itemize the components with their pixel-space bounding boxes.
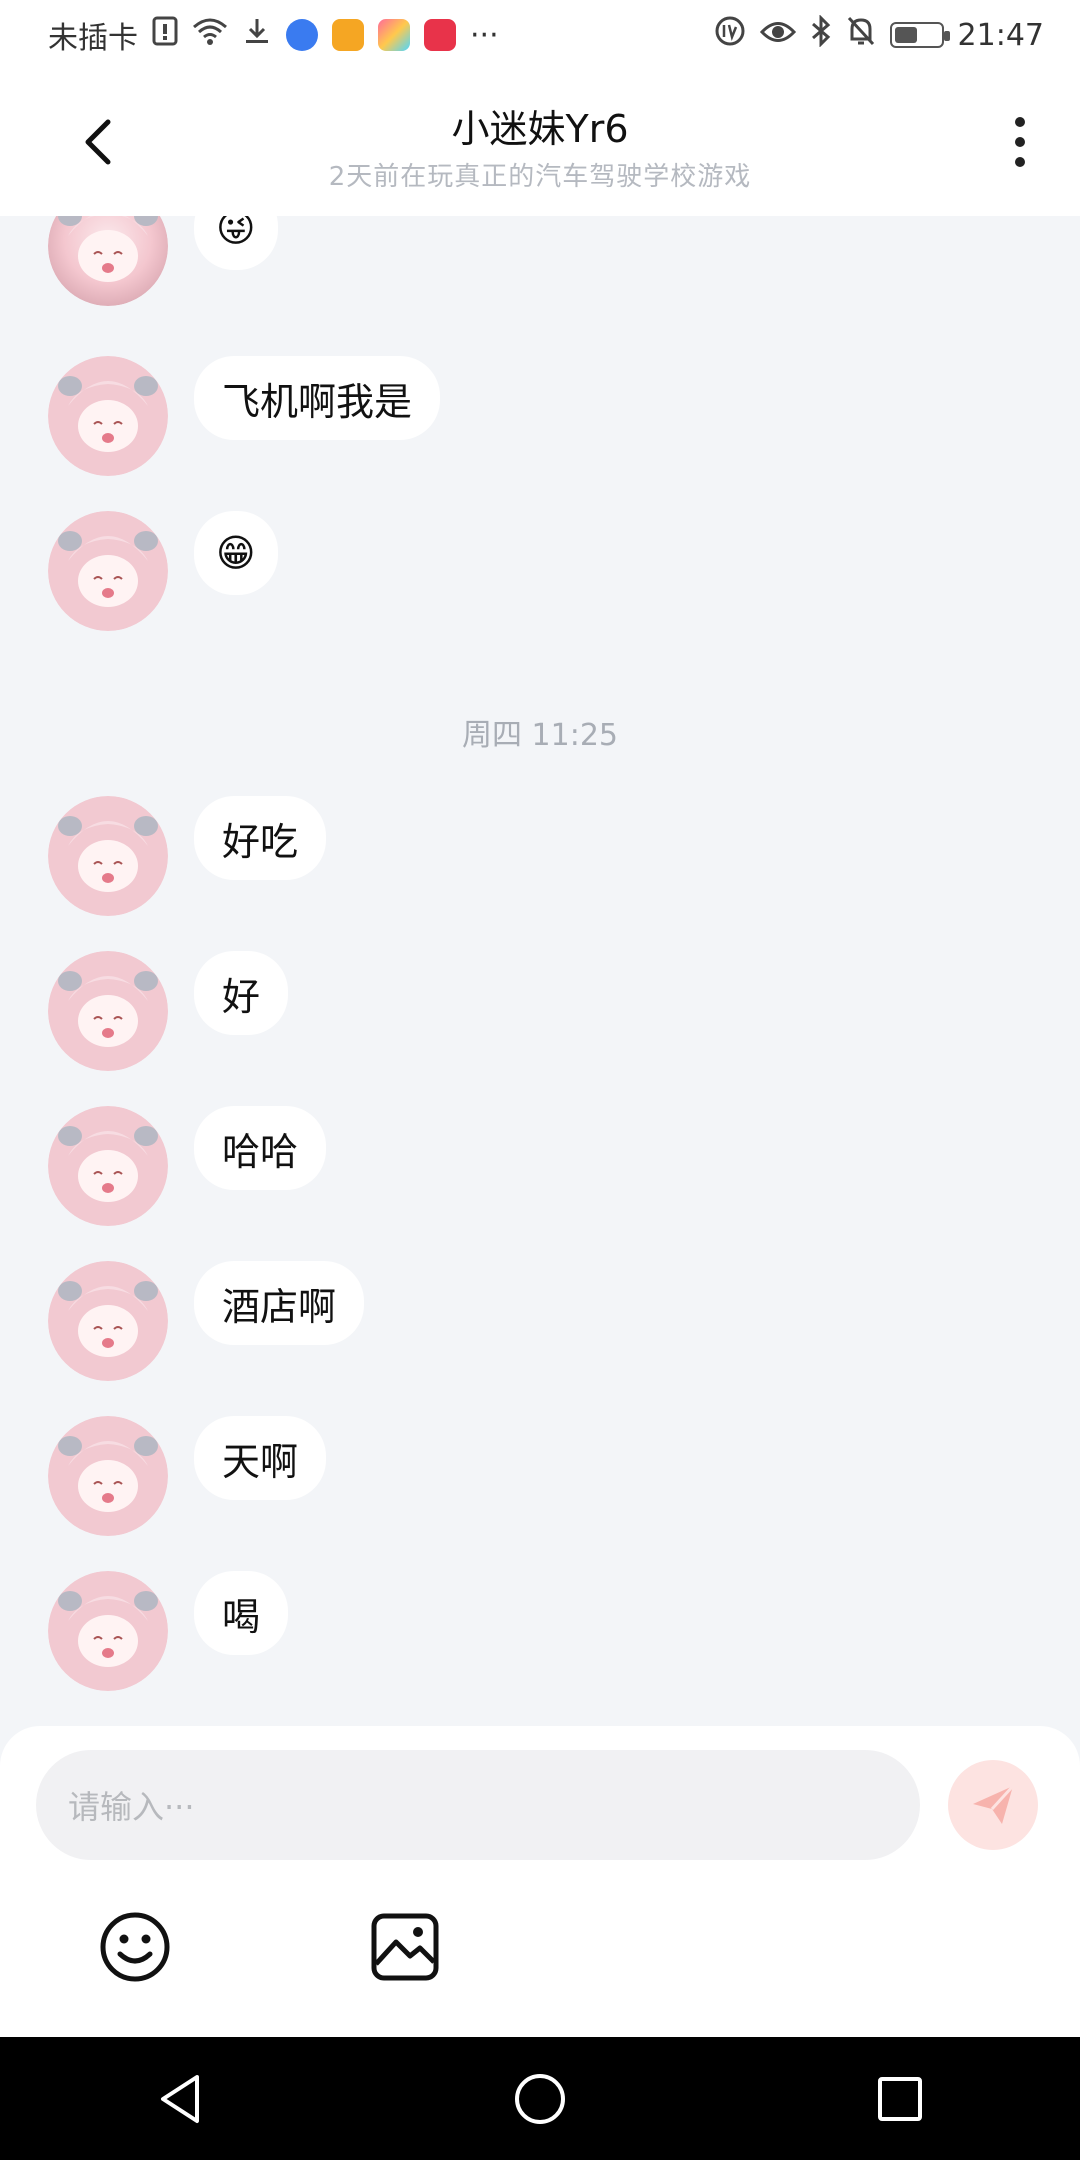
message-bubble[interactable]: 飞机啊我是 (194, 356, 441, 440)
chat-title: 小迷妹Yr6 (451, 107, 629, 151)
chat-subtitle: 2天前在玩真正的汽车驾驶学校游戏 (328, 162, 752, 192)
timestamp-divider: 周四 11:25 (462, 718, 618, 753)
circle-home-icon (515, 2073, 565, 2124)
composer: 请输入··· (0, 1726, 1080, 2037)
avatar[interactable] (48, 356, 168, 476)
triangle-back-icon (161, 2074, 199, 2123)
volte-icon (714, 15, 746, 55)
chat-message-list[interactable]: 😜 飞机啊我是 😁 周四 11:25 好吃 好 哈哈 酒店啊 天啊 喝 (0, 216, 1080, 1726)
system-nav-bar (0, 2037, 1080, 2160)
nav-back-button[interactable] (145, 2064, 215, 2134)
avatar[interactable] (48, 951, 168, 1071)
more-options-button[interactable] (990, 110, 1050, 174)
status-left: 未插卡 ··· (0, 13, 499, 57)
clock: 21:47 (957, 17, 1044, 53)
emoji-button[interactable] (98, 1910, 172, 1984)
colorful-app-icon (378, 19, 410, 51)
orange-app-icon (332, 19, 364, 51)
message-bubble[interactable]: 天啊 (194, 1416, 327, 1500)
nav-recents-button[interactable] (865, 2064, 935, 2134)
avatar[interactable] (48, 216, 168, 306)
message-row: 😁 (48, 511, 278, 631)
message-bubble[interactable]: 酒店啊 (194, 1261, 365, 1345)
message-bubble[interactable]: 喝 (194, 1571, 289, 1655)
message-row: 飞机啊我是 (48, 356, 441, 476)
carrier-label: 未插卡 (48, 21, 138, 56)
chat-header: 小迷妹Yr6 2天前在玩真正的汽车驾驶学校游戏 (0, 70, 1080, 216)
avatar[interactable] (48, 1106, 168, 1226)
sim-alert-icon (152, 16, 178, 54)
huawei-app-icon (424, 19, 456, 51)
image-icon (371, 1913, 439, 1981)
more-notifications-icon: ··· (470, 17, 499, 53)
status-right: 21:47 (714, 14, 1080, 55)
avatar[interactable] (48, 511, 168, 631)
more-vertical-icon (1015, 117, 1025, 167)
message-bubble[interactable]: 😜 (194, 216, 278, 270)
battery-icon (889, 22, 950, 48)
message-row: 😜 (48, 216, 278, 306)
message-input[interactable]: 请输入··· (36, 1750, 920, 1860)
avatar[interactable] (48, 1416, 168, 1536)
mute-icon (846, 15, 876, 55)
avatar[interactable] (48, 1571, 168, 1691)
message-bubble[interactable]: 哈哈 (194, 1106, 327, 1190)
message-row: 好吃 (48, 796, 327, 916)
message-row: 喝 (48, 1571, 289, 1691)
image-button[interactable] (368, 1910, 442, 1984)
square-recents-icon (878, 2076, 922, 2121)
bluetooth-icon (810, 14, 832, 55)
send-button[interactable] (948, 1760, 1038, 1850)
smiley-icon (100, 1912, 170, 1982)
avatar[interactable] (48, 796, 168, 916)
message-row: 酒店啊 (48, 1261, 365, 1381)
status-bar: 未插卡 ··· 21:47 (0, 0, 1080, 70)
message-row: 天啊 (48, 1416, 327, 1536)
message-row: 哈哈 (48, 1106, 327, 1226)
music-app-icon (286, 19, 318, 51)
message-row: 好 (48, 951, 289, 1071)
nav-home-button[interactable] (505, 2064, 575, 2134)
message-bubble[interactable]: 😁 (194, 511, 278, 595)
message-input-placeholder: 请输入··· (68, 1788, 195, 1826)
message-bubble[interactable]: 好吃 (194, 796, 327, 880)
wifi-icon (192, 17, 228, 53)
avatar[interactable] (48, 1261, 168, 1381)
eye-icon (759, 18, 796, 53)
download-icon (242, 16, 272, 54)
message-bubble[interactable]: 好 (194, 951, 289, 1035)
paper-plane-icon (973, 1784, 1015, 1824)
